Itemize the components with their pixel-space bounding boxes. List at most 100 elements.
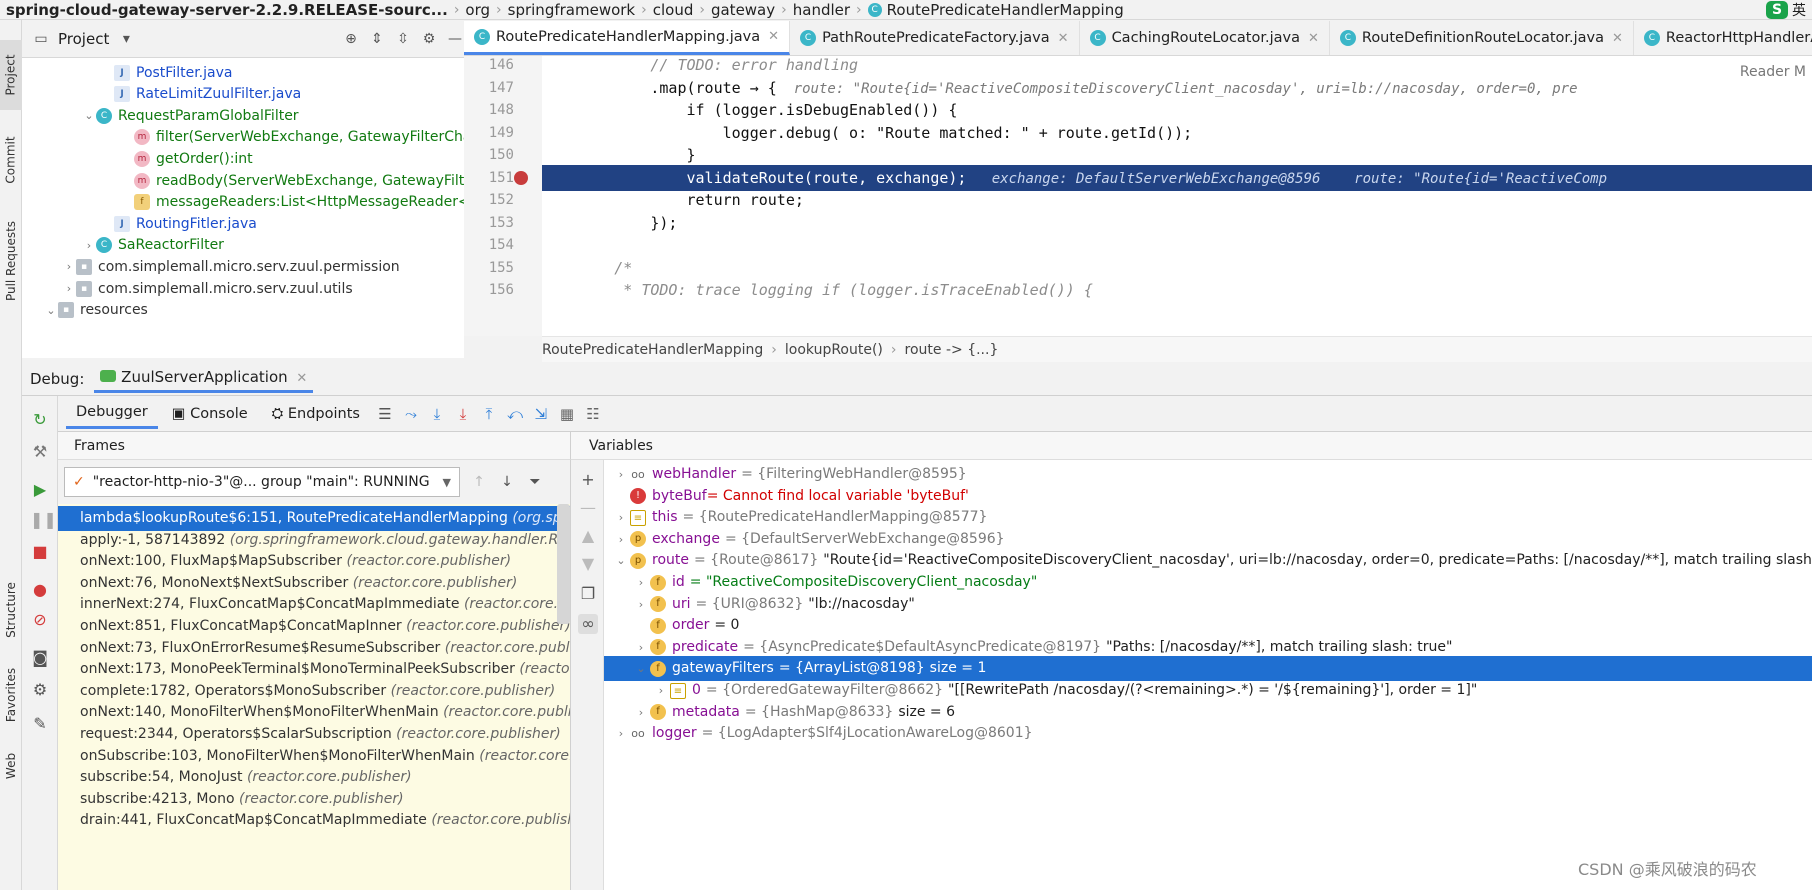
tool-tab-commit[interactable]: Commit bbox=[0, 120, 22, 200]
tab-console[interactable]: ▣ Console bbox=[162, 400, 258, 428]
reader-mode-button[interactable]: Reader M bbox=[1733, 64, 1812, 80]
package-icon: ▪ bbox=[76, 258, 92, 275]
editor-tab-label: RoutePredicateHandlerMapping.java bbox=[496, 28, 761, 45]
editor-crumb[interactable]: RoutePredicateHandlerMapping bbox=[542, 342, 763, 358]
wrench-icon[interactable]: ⚒ bbox=[30, 442, 50, 462]
tree-item[interactable]: ⌄ ▪ resources bbox=[44, 298, 148, 323]
editor-tab[interactable]: C CachingRouteLocator.java ✕ bbox=[1080, 21, 1330, 55]
editor-crumb[interactable]: route -> {...} bbox=[905, 342, 999, 358]
run-to-cursor-icon[interactable]: ⇲ bbox=[530, 403, 552, 425]
editor-tab[interactable]: CReactorHttpHandlerAdapter.java✕ bbox=[1634, 21, 1812, 55]
nav-crumb[interactable]: handler bbox=[787, 1, 856, 19]
field-icon: f bbox=[650, 617, 666, 634]
copy-icon[interactable]: ❐ bbox=[578, 584, 598, 604]
chevron-down-icon[interactable]: ▾ bbox=[117, 30, 135, 48]
editor-tab[interactable]: C RouteDefinitionRouteLocator.java ✕ bbox=[1330, 21, 1634, 55]
tool-tab-favorites[interactable]: Favorites bbox=[0, 650, 22, 740]
frame-package: (reactor.core.publisher) bbox=[396, 726, 561, 742]
resume-icon[interactable]: ▶ bbox=[30, 480, 50, 500]
nav-crumb[interactable]: org bbox=[459, 1, 496, 19]
filter-icon[interactable]: ⏷ bbox=[526, 473, 544, 491]
show-execution-point-icon[interactable]: ⤳ bbox=[400, 403, 422, 425]
pin-icon[interactable]: ✎ bbox=[30, 714, 50, 734]
step-into-icon[interactable]: ⤓ bbox=[452, 403, 474, 425]
chevron-icon[interactable]: ⌄ bbox=[44, 304, 58, 317]
frame-package: (reactor.core.publisher) bbox=[238, 790, 404, 807]
rerun-icon[interactable]: ↻ bbox=[30, 410, 50, 430]
frames-scrollbar[interactable] bbox=[557, 504, 570, 624]
thread-select[interactable]: ✓ "reactor-http-nio-3"@... group "main":… bbox=[64, 467, 460, 497]
close-icon[interactable]: ✕ bbox=[1058, 31, 1069, 46]
project-view-icon[interactable]: ▭ bbox=[32, 30, 50, 48]
gear-icon[interactable]: ⚙ bbox=[420, 30, 438, 48]
nav-crumb[interactable]: springframework bbox=[502, 1, 641, 19]
frame-method: onNext:73, FluxOnErrorResume$ResumeSubsc… bbox=[80, 639, 441, 656]
line-number: 156 bbox=[488, 282, 514, 298]
close-icon[interactable]: ✕ bbox=[1612, 31, 1623, 46]
chevron-icon[interactable]: › bbox=[62, 260, 76, 273]
tool-tab-structure[interactable]: Structure bbox=[0, 560, 22, 660]
collapse-all-icon[interactable]: ⇳ bbox=[394, 30, 412, 48]
nav-project[interactable]: spring-cloud-gateway-server-2.2.9.RELEAS… bbox=[0, 1, 454, 19]
tree-item-label: RoutingFitler.java bbox=[136, 215, 257, 232]
chevron-icon[interactable]: › bbox=[612, 721, 630, 746]
move-up-icon[interactable]: ▲ bbox=[578, 526, 598, 546]
stack-frame[interactable]: drain:441, FluxConcatMap$ConcatMapImmedi… bbox=[58, 808, 570, 833]
nav-crumb[interactable]: gateway bbox=[705, 1, 781, 19]
editor-tab[interactable]: C PathRoutePredicateFactory.java ✕ bbox=[790, 21, 1080, 55]
up-arrow-icon[interactable]: ↑ bbox=[470, 473, 488, 491]
tool-tab-label: Pull Requests bbox=[4, 220, 19, 302]
tab-endpoints[interactable]: ⛭ Endpoints bbox=[262, 400, 370, 428]
editor-tab-label: RouteDefinitionRouteLocator.java bbox=[1361, 30, 1605, 46]
view-breakpoints-icon[interactable]: ● bbox=[30, 580, 50, 600]
class-icon: C bbox=[96, 237, 112, 254]
move-down-icon[interactable]: ▼ bbox=[578, 554, 598, 574]
frame-package: (reactor.core.publisher bbox=[444, 639, 570, 656]
project-panel-title[interactable]: Project bbox=[58, 30, 109, 48]
tool-tab-project[interactable]: Project bbox=[0, 40, 22, 110]
close-icon[interactable]: ✕ bbox=[296, 371, 307, 386]
expand-all-icon[interactable]: ⇕ bbox=[368, 30, 386, 48]
step-over-icon[interactable]: ⤓ bbox=[426, 403, 448, 425]
run-config-tab[interactable]: ZuulServerApplication ✕ bbox=[94, 364, 314, 393]
camera-icon[interactable]: ◙ bbox=[30, 648, 50, 668]
variable-row[interactable]: › oo logger = {LogAdapter$Slf4jLocationAwar… bbox=[604, 721, 1812, 746]
glasses-icon[interactable]: ∞ bbox=[578, 614, 598, 634]
add-watch-icon[interactable]: + bbox=[578, 470, 598, 490]
tree-item-label: com.simplemall.micro.serv.zuul.utils bbox=[98, 280, 353, 297]
close-icon[interactable]: ✕ bbox=[1308, 31, 1319, 46]
close-icon[interactable]: ✕ bbox=[768, 29, 779, 44]
nav-file[interactable]: C RoutePredicateHandlerMapping bbox=[862, 1, 1130, 19]
down-arrow-icon[interactable]: ↓ bbox=[498, 473, 516, 491]
menu-icon[interactable]: ☰ bbox=[374, 403, 396, 425]
code-text: return route; bbox=[542, 191, 804, 209]
tool-tab-pull-requests[interactable]: Pull Requests bbox=[0, 206, 22, 316]
locate-icon[interactable]: ⊕ bbox=[342, 30, 360, 48]
variables-tree: › oo webHandler = {FilteringWebHandler@8595… bbox=[604, 460, 1812, 890]
editor-tab[interactable]: C RoutePredicateHandlerMapping.java ✕ bbox=[464, 21, 791, 55]
minimize-icon[interactable]: — bbox=[446, 30, 464, 48]
editor-tab-label: PathRoutePredicateFactory.java bbox=[822, 30, 1050, 46]
endpoints-icon: ⛭ bbox=[271, 405, 288, 422]
breakpoint-icon[interactable] bbox=[514, 170, 528, 185]
tab-debugger[interactable]: Debugger bbox=[66, 398, 158, 429]
tool-tab-web[interactable]: Web bbox=[0, 736, 22, 796]
code-text: // TODO: error handling bbox=[542, 56, 859, 74]
mute-breakpoints-icon[interactable]: ⊘ bbox=[30, 610, 50, 630]
evaluate-icon[interactable]: ▦ bbox=[556, 403, 578, 425]
step-out-icon[interactable]: ⤒ bbox=[478, 403, 500, 425]
code-editor[interactable]: 146 147 148 149 150 151 152 153 154 155 156 // TOD… bbox=[464, 56, 1812, 336]
chevron-icon[interactable]: › bbox=[62, 282, 76, 295]
remove-watch-icon[interactable]: — bbox=[578, 498, 598, 518]
editor-gutter[interactable]: 146 147 148 149 150 151 152 153 154 155 156 bbox=[464, 56, 542, 336]
pause-icon[interactable]: ❚❚ bbox=[30, 510, 57, 530]
stop-icon[interactable]: ■ bbox=[30, 542, 50, 562]
nav-crumb[interactable]: cloud bbox=[647, 1, 700, 19]
drop-frame-icon[interactable]: ⤺ bbox=[504, 403, 526, 425]
trace-icon[interactable]: ☷ bbox=[582, 403, 604, 425]
settings-icon[interactable]: ⚙ bbox=[30, 680, 50, 700]
code-line[interactable]: * TODO: trace logging if (logger.isTrace… bbox=[542, 277, 1812, 303]
editor-crumb[interactable]: lookupRoute() bbox=[785, 342, 883, 358]
chevron-icon[interactable]: › bbox=[82, 239, 96, 252]
chevron-icon[interactable]: ⌄ bbox=[82, 109, 96, 122]
